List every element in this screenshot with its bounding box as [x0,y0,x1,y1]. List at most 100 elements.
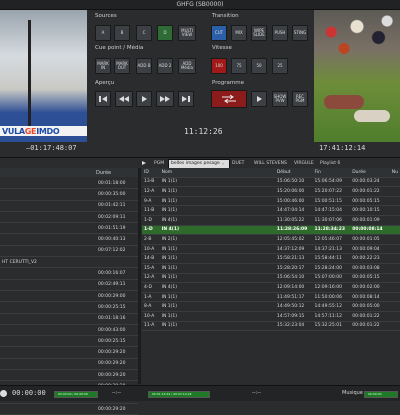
play-button[interactable] [136,91,152,107]
cell-end: 14:57:11:12 [312,311,351,322]
source-d-button[interactable]: D [157,25,173,41]
fast-forward-button[interactable] [156,91,174,107]
tag-virgule[interactable]: VIRGULE [294,161,314,166]
table-row[interactable]: 1-A IN 1(1) 11:49:51:17 11:50:00:06 00:00:08… [142,292,400,303]
speed-50-button[interactable]: 50 [251,58,267,74]
cell-id: 11-A [142,321,160,332]
list-item-name [0,358,96,371]
list-item[interactable]: 00:00:29:20 [0,358,138,371]
table-row[interactable]: 14-B IN 1(1) 15:58:21:13 15:58:44:11 00:00:2… [142,253,400,264]
table-row[interactable]: 11-B IN 1(1) 14:47:04:14 14:47:15:04 00:00:1… [142,205,400,216]
table-row[interactable]: 8-A IN 1(1) 14:49:50:12 14:49:55:12 00:00:05… [142,301,400,312]
add-2-button[interactable]: ADD 2 [157,58,173,74]
list-item-duration: 00:00:29:00 [96,290,138,303]
table-row[interactable]: 12-A IN 1(1) 15:06:54:10 15:07:00:00 00:00:0… [142,273,400,284]
source-c-button[interactable]: C [136,25,152,41]
table-row[interactable]: 11-A IN 1(1) 15:32:23:04 15:32:25:01 00:00:0… [142,321,400,332]
cell-nu [389,321,400,332]
list-item[interactable]: 00:00:25:15 [0,301,138,314]
program-play-button[interactable] [251,91,267,107]
col-nu[interactable]: Nu [389,168,400,178]
list-item[interactable]: 00:00:25:15 [0,335,138,348]
table-row[interactable]: 12-A IN 1(1) 15:20:06:00 15:20:07:22 00:00:0… [142,186,400,197]
list-item[interactable]: HT CERUTTI_V2 [0,256,138,269]
table-row[interactable]: 10-A IN 1(1) 14:57:09:15 14:57:11:12 00:00:0… [142,311,400,322]
speed-75-button[interactable]: 75 [231,58,247,74]
show-pvw-button[interactable]: SHOW PVW [272,91,288,107]
list-item[interactable]: 00:07:12:02 [0,245,138,258]
list-item[interactable]: 00:02:09:11 [0,211,138,224]
tag-duet[interactable]: DUET [232,161,244,166]
col-end[interactable]: Fin [312,168,351,178]
tag-playlist-6[interactable]: Playlist 6 [320,161,340,166]
table-row[interactable]: 9-A IN 1(1) 15:00:46:00 15:00:51:15 00:00:05… [142,196,400,207]
play-circle-icon[interactable] [0,390,7,397]
wipe-slide-button[interactable]: WIPE SLIDE [251,25,267,41]
play-icon [141,96,147,102]
rec-pgm-button[interactable]: REC PGM [292,91,308,107]
take-button[interactable] [211,90,247,108]
add-media-button[interactable]: ADD Média [178,58,196,74]
tag-will-stevens[interactable]: WILL STEVENS [254,161,287,166]
skip-forward-icon [182,96,190,102]
list-item[interactable]: 00:00:29:20 [0,403,138,415]
cell-end: 15:07:00:00 [312,273,351,284]
panel-divider [0,157,400,158]
mix-button[interactable]: MIX [231,25,247,41]
list-item[interactable]: 00:02:49:11 [0,279,138,291]
col-id[interactable]: ID [142,168,160,178]
sting-button[interactable]: STING [292,25,308,41]
skip-forward-button[interactable] [178,91,194,107]
cell-start: 15:32:23:04 [274,321,313,332]
list-item[interactable]: 00:00:40:13 [0,233,138,246]
list-item[interactable]: 00:01:18:16 [0,313,138,325]
dropdown-arrow-icon[interactable]: ▾ [222,161,224,166]
splitter[interactable] [138,168,141,384]
cell-end: 12:05:46:07 [312,234,351,245]
col-start[interactable]: Début [274,168,313,178]
preview-monitor: VULAGEIMDO [0,10,87,142]
cell-start: 14:37:12:09 [274,244,313,255]
add-b-button[interactable]: ADD B [136,58,152,74]
source-a-button[interactable]: A [95,25,111,41]
list-item[interactable]: 00:01:51:19 [0,222,138,235]
skip-back-button[interactable] [95,91,111,107]
mark-out-button[interactable]: MARK OUT [114,58,130,74]
list-item[interactable]: 00:01:42:11 [0,200,138,212]
list-item[interactable]: 00:00:29:00 [0,290,138,303]
monitor-image-pole [28,20,31,130]
sources-label: Sources [95,13,117,19]
list-item[interactable]: 00:00:16:07 [0,267,138,280]
table-row[interactable]: 2-B IN 2(1) 12:05:45:02 12:05:46:07 00:00:01… [142,234,400,245]
cell-dur: 00:00:10:15 [350,205,390,216]
list-item-duration: 00:00:25:15 [96,301,138,314]
rewind-button[interactable] [115,91,133,107]
list-item-duration: 00:00:29:20 [96,403,138,415]
cell-nu [389,186,400,197]
cell-dur: 00:00:03:24 [350,177,390,188]
table-row[interactable]: 1-D IN 4(1) 11:28:26:09 11:28:34:23 00:00:08… [142,225,400,236]
speed-25-button[interactable]: 25 [272,58,288,74]
list-item[interactable]: 00:00:29:20 [0,346,138,359]
table-row[interactable]: 15-A IN 1(1) 15:28:20:17 15:28:24:00 00:00:0… [142,263,400,274]
list-item[interactable]: 00:00:35:00 [0,188,138,201]
col-duration[interactable]: Durée [350,168,390,178]
speed-100-button[interactable]: 100 [211,58,227,74]
cell-name: IN 1(1) [159,244,275,255]
list-item[interactable]: 00:01:18:00 [0,178,138,190]
table-row[interactable]: 13-B IN 1(1) 15:06:50:10 15:06:54:09 00:00:0… [142,177,400,188]
multiview-button[interactable]: MULTI VIEW [178,25,196,41]
back-arrow-icon[interactable] [142,160,152,167]
list-item[interactable]: 00:00:43:00 [0,324,138,337]
pgm-tab[interactable]: PGM [154,161,164,166]
source-b-button[interactable]: B [114,25,130,41]
table-row[interactable]: 4-D IN 4(1) 12:09:14:00 12:09:16:00 00:00:02… [142,282,400,293]
table-row[interactable]: 10-A IN 1(1) 14:37:12:09 14:37:21:13 00:00:0… [142,244,400,255]
table-row[interactable]: 1-D IN 4(1) 11:30:05:22 11:30:07:06 00:00:01… [142,215,400,226]
cut-button[interactable]: CUT [211,25,227,41]
col-name[interactable]: Nom [159,168,275,178]
cell-name: IN 4(1) [159,282,275,293]
mark-in-button[interactable]: MARK IN [95,58,111,74]
list-item[interactable]: 00:00:29:20 [0,369,138,382]
push-button[interactable]: PUSH [272,25,288,41]
